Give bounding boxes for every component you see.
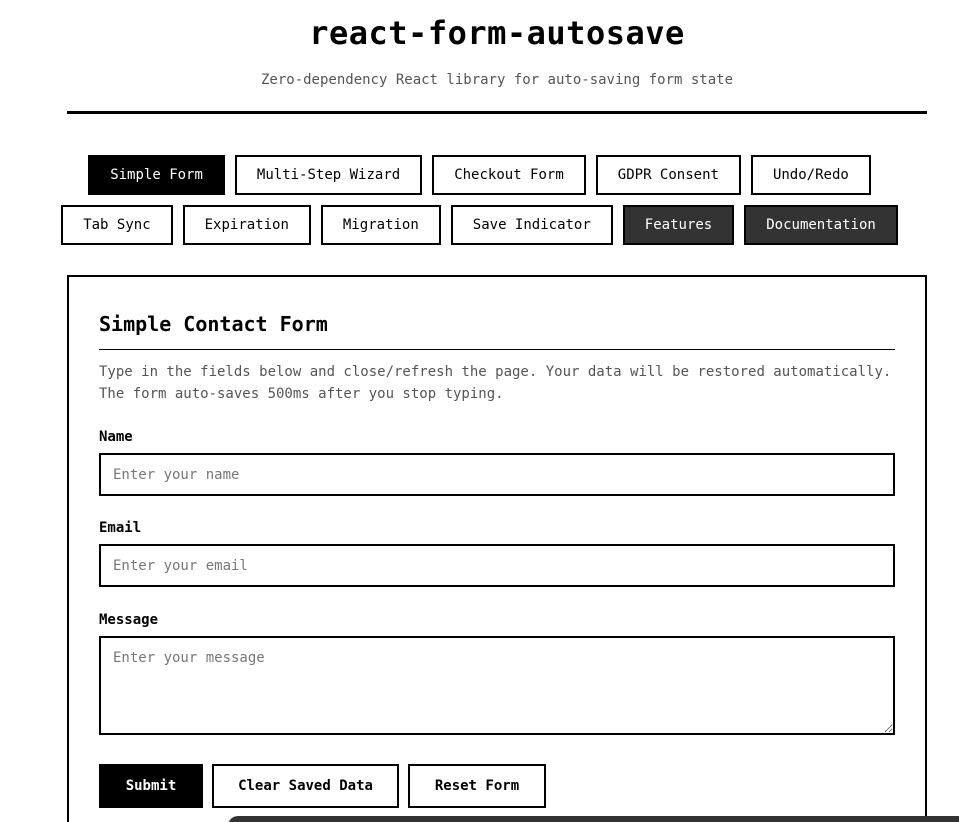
title-divider — [99, 349, 895, 350]
tab-documentation[interactable]: Documentation — [744, 205, 898, 245]
tab-multi-step-wizard[interactable]: Multi-Step Wizard — [234, 155, 423, 195]
name-input[interactable] — [99, 453, 895, 496]
tab-tab-sync[interactable]: Tab Sync — [61, 205, 173, 245]
form-description: Type in the fields below and close/refre… — [99, 364, 892, 402]
bottom-floating-bar — [228, 816, 959, 822]
tab-save-indicator[interactable]: Save Indicator — [450, 205, 613, 245]
tab-simple-form[interactable]: Simple Form — [88, 155, 225, 195]
reset-form-button[interactable]: Reset Form — [408, 764, 546, 808]
site-subtitle: Zero-dependency React library for auto-s… — [260, 72, 733, 88]
form-title: Simple Contact Form — [99, 312, 328, 336]
page-header: react-form-autosave Zero-dependency Reac… — [67, 0, 927, 114]
simple-form-card: Simple Contact Form Type in the fields b… — [67, 275, 927, 822]
demo-nav-row-1: Simple Form Multi-Step Wizard Checkout F… — [0, 155, 959, 195]
name-label: Name — [99, 429, 133, 445]
message-textarea[interactable] — [99, 636, 895, 735]
clear-saved-data-button[interactable]: Clear Saved Data — [212, 764, 399, 808]
tab-gdpr-consent[interactable]: GDPR Consent — [595, 155, 741, 195]
message-label: Message — [99, 612, 159, 628]
tab-expiration[interactable]: Expiration — [182, 205, 311, 245]
email-label: Email — [99, 520, 142, 536]
tab-undo-redo[interactable]: Undo/Redo — [750, 155, 871, 195]
site-title: react-form-autosave — [309, 14, 685, 52]
submit-button[interactable]: Submit — [99, 764, 203, 808]
tab-migration[interactable]: Migration — [320, 205, 441, 245]
tab-checkout-form[interactable]: Checkout Form — [432, 155, 586, 195]
tab-features[interactable]: Features — [622, 205, 735, 245]
email-input[interactable] — [99, 544, 895, 587]
demo-nav-row-2: Tab Sync Expiration Migration Save Indic… — [0, 205, 959, 245]
